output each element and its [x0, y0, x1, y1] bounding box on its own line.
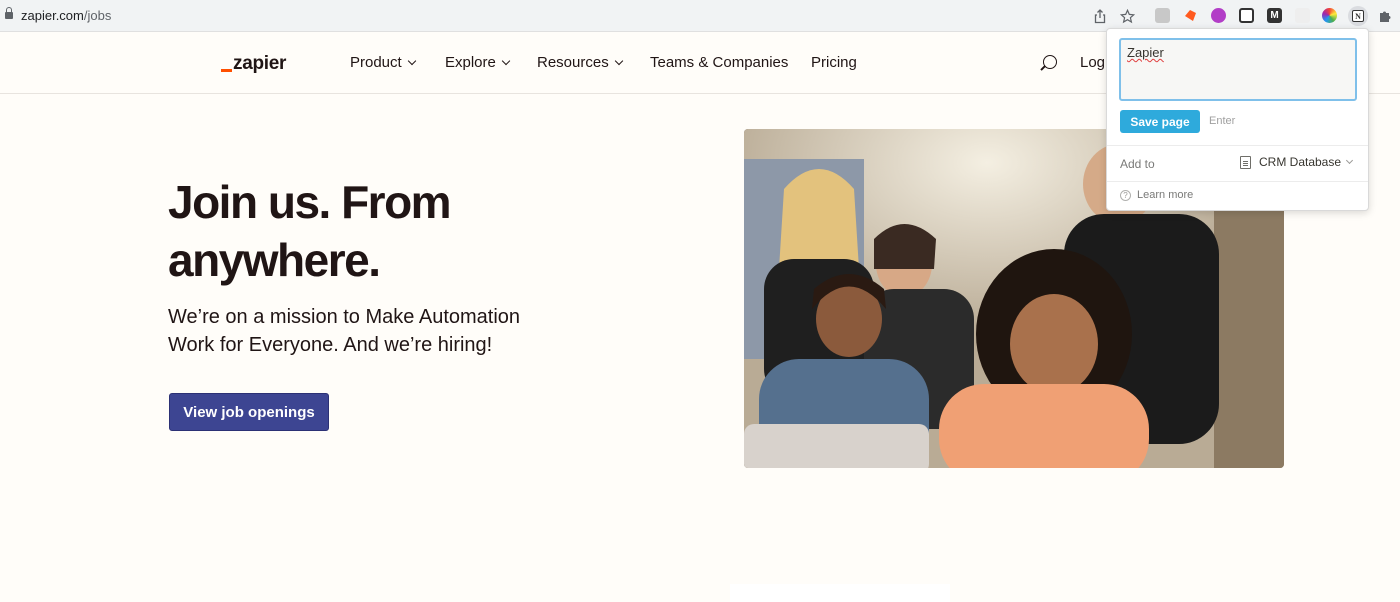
add-to-label: Add to: [1120, 157, 1155, 171]
page-title-value: Zapier: [1127, 45, 1164, 60]
nav-product[interactable]: Product: [350, 54, 416, 71]
logo-accent-dash: [221, 69, 232, 72]
search-icon[interactable]: [1043, 55, 1057, 69]
url-domain: zapier.com: [21, 8, 84, 23]
divider: [1107, 145, 1368, 146]
hero-title-line2: anywhere.: [168, 234, 381, 286]
chevron-down-icon: [1345, 156, 1354, 165]
nav-label: Pricing: [811, 54, 857, 71]
extension-orange-icon[interactable]: [1183, 8, 1198, 23]
database-name: CRM Database: [1259, 155, 1342, 169]
learn-more-label: Learn more: [1137, 189, 1194, 201]
extension-notion-icon[interactable]: N: [1348, 6, 1368, 26]
share-icon[interactable]: [1092, 8, 1108, 24]
database-select[interactable]: CRM Database: [1240, 155, 1354, 169]
chevron-down-icon: [501, 56, 511, 65]
nav-label: Teams & Companies: [650, 54, 789, 71]
nav-label: Product: [350, 54, 402, 71]
login-link[interactable]: Log: [1080, 54, 1105, 71]
bookmark-star-icon[interactable]: [1119, 8, 1135, 24]
extension-purple-icon[interactable]: [1211, 8, 1226, 23]
divider: [1107, 181, 1368, 182]
logo-text: zapier: [233, 53, 287, 74]
extension-translate-icon[interactable]: [1155, 8, 1170, 23]
learn-more-link[interactable]: ? Learn more: [1120, 189, 1193, 201]
nav-resources[interactable]: Resources: [537, 54, 623, 71]
nav-teams-companies[interactable]: Teams & Companies: [650, 54, 788, 71]
content-strip: [730, 584, 950, 602]
lock-icon[interactable]: [5, 7, 13, 20]
nav-pricing[interactable]: Pricing: [811, 54, 857, 71]
page-icon: [1240, 155, 1251, 169]
save-page-button[interactable]: Save page: [1120, 110, 1200, 133]
address-bar[interactable]: zapier.com/jobs: [21, 8, 111, 23]
enter-shortcut-hint: Enter: [1209, 115, 1236, 127]
hero-title-line1: Join us. From: [168, 176, 452, 228]
chevron-down-icon: [407, 56, 416, 65]
extensions-puzzle-icon[interactable]: [1377, 8, 1393, 24]
zapier-logo[interactable]: zapier: [221, 51, 286, 75]
hero-subtitle-line2: Work for Everyone. And we’re hiring!: [168, 334, 493, 356]
nav-label: Explore: [445, 54, 496, 71]
extension-medium-icon[interactable]: M: [1267, 8, 1282, 23]
nav-explore[interactable]: Explore: [445, 54, 511, 71]
hero-subtitle: We’re on a mission to Make Automation Wo…: [168, 303, 568, 359]
web-clipper-popup: Zapier Save page Enter Add to CRM Databa…: [1106, 28, 1369, 211]
view-job-openings-button[interactable]: View job openings: [169, 393, 329, 431]
hero-title: Join us. From anywhere.: [168, 173, 588, 289]
chevron-down-icon: [614, 56, 623, 65]
extension-plus-icon[interactable]: [1295, 8, 1310, 23]
help-icon: ?: [1120, 189, 1131, 201]
page-title-input[interactable]: Zapier: [1119, 38, 1357, 101]
nav-label: Resources: [537, 54, 609, 71]
extension-color-picker-icon[interactable]: [1322, 8, 1337, 23]
url-path: /jobs: [83, 8, 112, 23]
hero-subtitle-line1: We’re on a mission to Make Automation: [168, 306, 521, 328]
extension-square-icon[interactable]: [1239, 8, 1254, 23]
